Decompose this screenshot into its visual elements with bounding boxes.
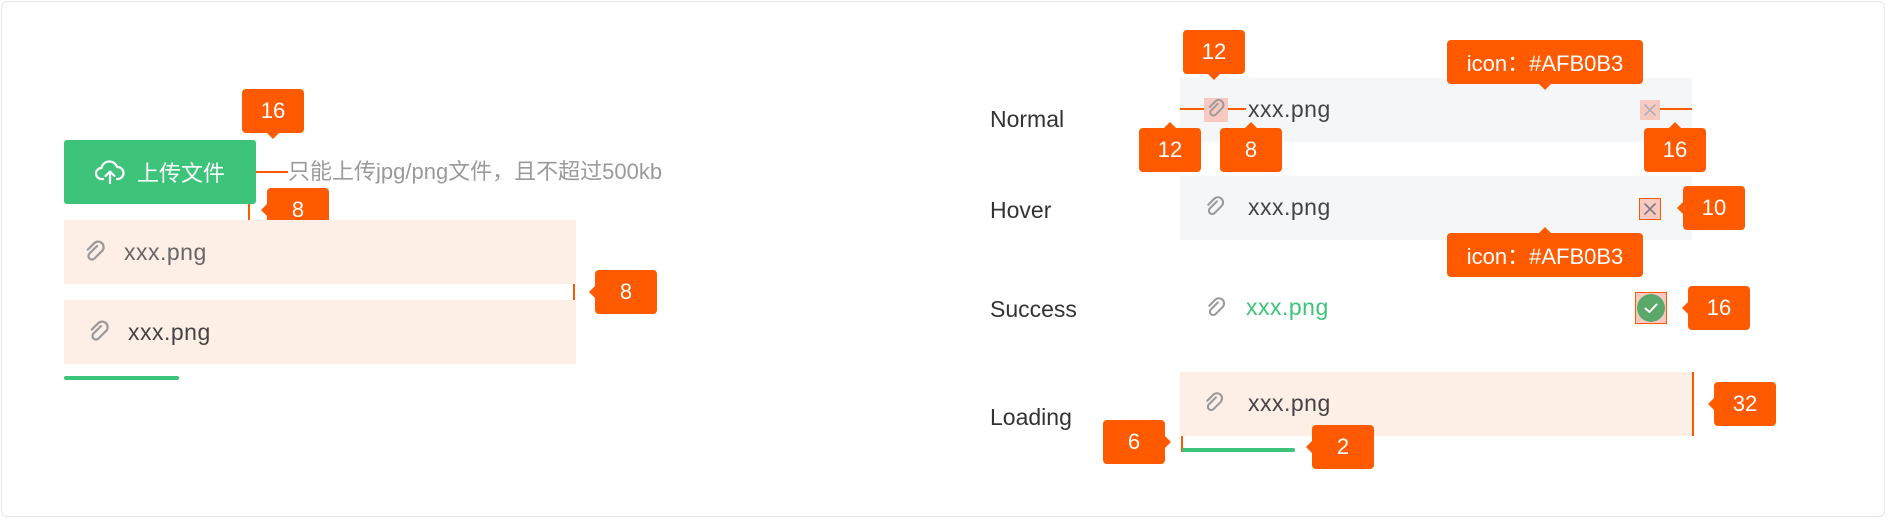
file-name: xxx.png bbox=[124, 238, 207, 265]
annotation-badge: 6 bbox=[1103, 420, 1171, 464]
close-icon[interactable] bbox=[1642, 102, 1658, 118]
loading-progress-bar bbox=[1182, 448, 1295, 452]
file-name: xxx.png bbox=[1248, 96, 1331, 122]
upload-button[interactable]: 上传文件 bbox=[64, 140, 256, 204]
annotation-line bbox=[248, 204, 250, 220]
file-name: xxx.png bbox=[1248, 194, 1331, 220]
upload-progress-bar bbox=[64, 376, 179, 380]
annotation-line bbox=[256, 171, 288, 173]
paperclip-icon bbox=[1208, 99, 1225, 117]
file-list-item[interactable]: xxx.png bbox=[64, 220, 576, 284]
paperclip-icon bbox=[86, 240, 105, 261]
check-circle-icon bbox=[1637, 294, 1665, 322]
upload-button-label: 上传文件 bbox=[136, 161, 225, 186]
annotation-line bbox=[573, 284, 575, 300]
paperclip-icon bbox=[90, 320, 109, 341]
annotation-badge: 8 bbox=[1220, 122, 1282, 172]
file-list-item[interactable]: xxx.png bbox=[64, 300, 576, 364]
annotation-line bbox=[1692, 372, 1694, 436]
annotation-badge: 16 bbox=[242, 89, 304, 139]
annotation-badge: 2 bbox=[1306, 425, 1374, 469]
annotation-badge: icon：#AFB0B3 bbox=[1447, 40, 1643, 90]
annotation-badge: 12 bbox=[1183, 30, 1245, 80]
annotation-badge: icon：#AFB0B3 bbox=[1447, 227, 1643, 277]
state-label-normal: Normal bbox=[990, 106, 1065, 132]
annotation-line bbox=[1660, 108, 1692, 110]
upload-hint: 只能上传jpg/png文件，且不超过500kb bbox=[288, 159, 663, 184]
state-label-loading: Loading bbox=[990, 404, 1072, 430]
annotation-badge: 16 bbox=[1644, 122, 1706, 172]
paperclip-icon bbox=[1208, 297, 1226, 317]
annotation-line bbox=[1228, 108, 1246, 110]
cloud-upload-icon bbox=[94, 160, 125, 185]
annotation-badge: 12 bbox=[1139, 122, 1201, 172]
file-name-success: xxx.png bbox=[1246, 294, 1329, 320]
state-label-success: Success bbox=[990, 296, 1077, 322]
paperclip-icon bbox=[1206, 392, 1224, 412]
file-name: xxx.png bbox=[1248, 390, 1331, 416]
annotation-badge: 16 bbox=[1682, 286, 1750, 330]
close-icon[interactable] bbox=[1643, 202, 1657, 216]
paperclip-icon bbox=[1207, 196, 1225, 216]
annotation-badge: 32 bbox=[1708, 382, 1776, 426]
annotation-badge: 10 bbox=[1677, 186, 1745, 230]
file-name: xxx.png bbox=[128, 318, 211, 345]
state-label-hover: Hover bbox=[990, 197, 1052, 223]
annotation-badge: 8 bbox=[589, 270, 657, 314]
